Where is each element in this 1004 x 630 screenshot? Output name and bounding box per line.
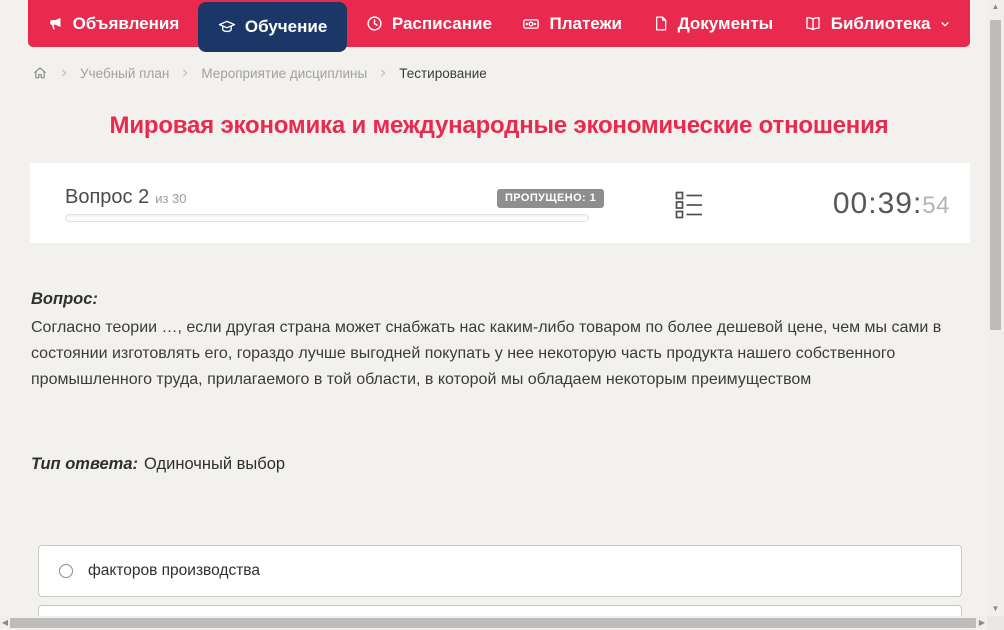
answer-option-label: факторов производства — [88, 562, 260, 579]
nav-item-label: Обучение — [244, 17, 328, 36]
answer-type-value: Одиночный выбор — [144, 455, 286, 473]
nav-item-label: Документы — [677, 13, 774, 33]
nav-item-label: Объявления — [72, 13, 180, 33]
answer-type-label: Тип ответа: — [31, 455, 139, 473]
nav-item-payments[interactable]: Платежи — [510, 0, 634, 47]
nav-item-learning[interactable]: Обучение — [197, 2, 348, 52]
nav-item-announcements[interactable]: Объявления — [35, 0, 192, 47]
nav-item-label: Расписание — [391, 13, 492, 33]
breadcrumb-item-discipline-event[interactable]: Мероприятие дисциплины — [201, 66, 367, 81]
nav-item-documents[interactable]: Документы — [641, 0, 786, 47]
home-icon[interactable] — [32, 65, 48, 81]
question-number: Вопрос 2 из 30 — [65, 186, 187, 209]
question-number-label: Вопрос 2 — [65, 186, 150, 208]
document-icon — [653, 15, 669, 32]
horizontal-scrollbar[interactable]: ◀ ▶ — [0, 616, 987, 630]
nav-item-schedule[interactable]: Расписание — [354, 0, 504, 47]
question-heading: Вопрос: — [31, 290, 98, 308]
clock-icon — [366, 15, 383, 32]
scroll-right-icon[interactable]: ▶ — [977, 619, 987, 627]
top-nav: Объявления Обучение Расписание Платежи Д… — [28, 0, 970, 52]
megaphone-icon — [47, 15, 64, 32]
graduation-cap-icon — [218, 18, 236, 36]
nav-item-label: Платежи — [549, 13, 623, 33]
question-text: Согласно теории …, если другая страна мо… — [31, 319, 942, 388]
timer-hours-minutes: 00:39: — [832, 187, 923, 220]
answer-option[interactable]: факторов производства — [38, 545, 962, 597]
chevron-right-icon — [59, 68, 69, 78]
question-list-icon — [675, 191, 703, 224]
timer: 00:39: 54 — [833, 187, 950, 221]
question-total-label: из 30 — [155, 191, 187, 206]
scroll-up-icon[interactable]: ▲ — [987, 3, 1004, 11]
chevron-right-icon — [378, 68, 388, 78]
chevron-right-icon — [180, 68, 190, 78]
question-panel: Вопрос 2 из 30 ПРОПУЩЕНО: 1 00:39: 54 — [30, 163, 970, 243]
vertical-scrollbar-thumb[interactable] — [990, 20, 1001, 330]
answer-type-line: Тип ответа: Одиночный выбор — [31, 455, 285, 474]
breadcrumb-item-testing: Тестирование — [399, 65, 487, 81]
test-page: Объявления Обучение Расписание Платежи Д… — [0, 0, 1004, 630]
nav-item-label: Библиотека — [830, 13, 931, 33]
horizontal-scrollbar-thumb[interactable] — [10, 618, 976, 628]
progress-bar — [65, 214, 589, 222]
cash-icon — [522, 15, 540, 33]
breadcrumb: Учебный план Мероприятие дисциплины Тест… — [32, 62, 487, 84]
scroll-left-icon[interactable]: ◀ — [0, 619, 10, 627]
radio-button[interactable] — [59, 564, 73, 578]
nav-item-library[interactable]: Библиотека — [792, 0, 964, 47]
breadcrumb-item-study-plan[interactable]: Учебный план — [80, 66, 169, 81]
book-icon — [804, 15, 822, 33]
vertical-scrollbar[interactable]: ▲ ▼ — [987, 0, 1004, 616]
timer-seconds: 54 — [922, 192, 950, 219]
question-block: Вопрос: Согласно теории …, если другая с… — [31, 290, 976, 393]
question-list-button[interactable] — [675, 190, 703, 225]
chevron-down-icon — [939, 18, 951, 30]
page-title: Мировая экономика и международные эконом… — [109, 112, 889, 139]
scrollbar-corner — [987, 616, 1004, 630]
scroll-down-icon[interactable]: ▼ — [987, 605, 1004, 613]
skipped-badge: ПРОПУЩЕНО: 1 — [497, 189, 605, 208]
